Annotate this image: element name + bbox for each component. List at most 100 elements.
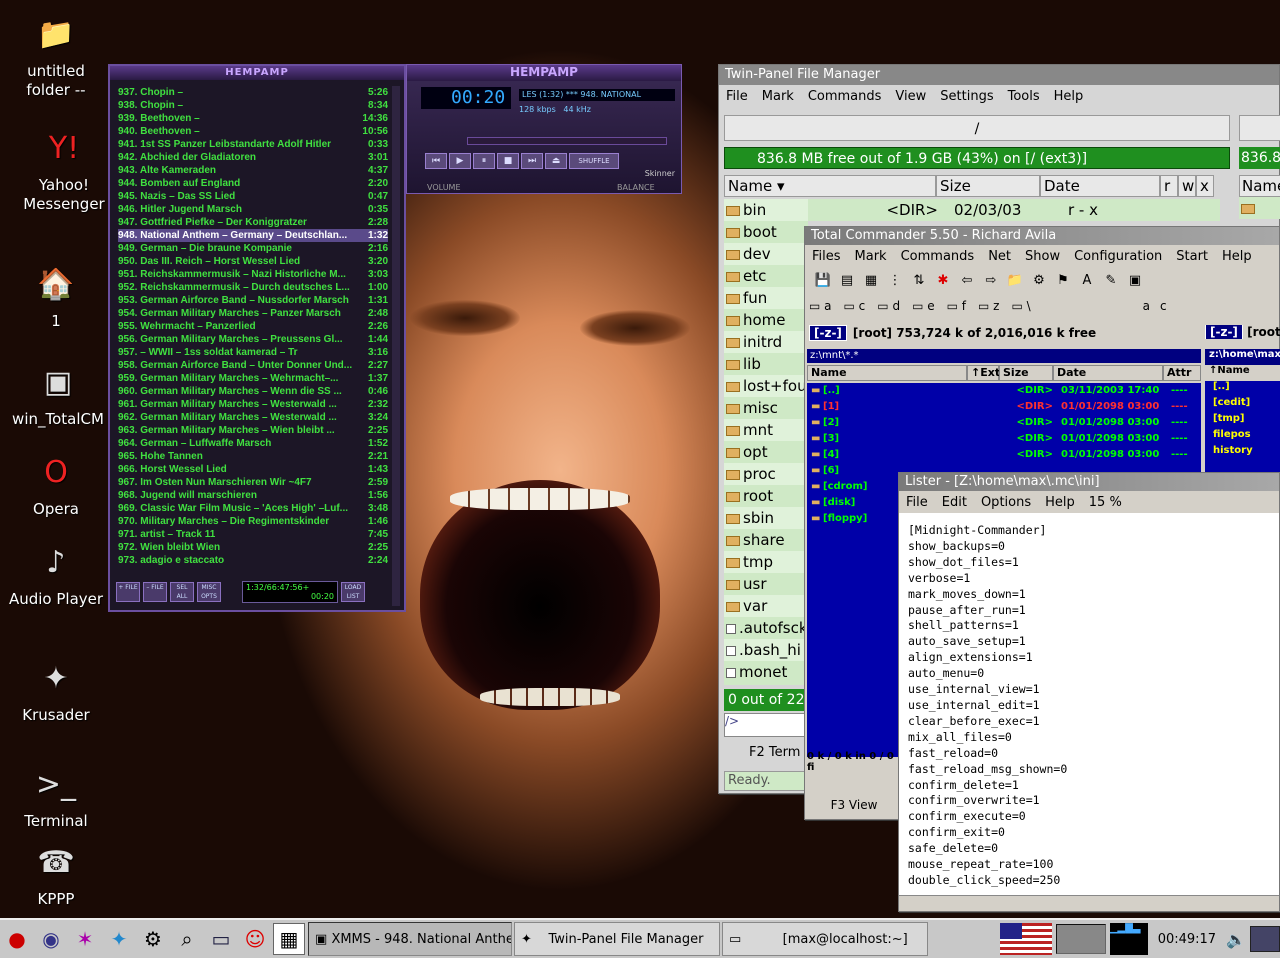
playlist-item[interactable]: 970. Military Marches – Die Regimentskin…: [118, 515, 388, 528]
playlist-item[interactable]: 969. Classic War Film Music – 'Aces High…: [118, 502, 388, 515]
file-row[interactable]: lib: [724, 353, 808, 375]
file-row[interactable]: ▬ [4] <DIR> 01/01/2098 03:00 ----: [807, 447, 1201, 463]
playlist-item[interactable]: 958. German Airforce Band – Unter Donner…: [118, 359, 388, 372]
file-list[interactable]: bin boot dev etc fun home initrd lib lost+found m…: [724, 199, 808, 685]
lister-window[interactable]: Lister - [Z:\home\max\.mc\ini] File Edit O…: [898, 472, 1280, 912]
playlist-item[interactable]: 948. National Anthem – Germany – Deutsch…: [118, 229, 388, 242]
seek-bar[interactable]: [467, 137, 667, 145]
twin-panel-title[interactable]: Twin-Panel File Manager: [719, 65, 1279, 85]
load-list-button[interactable]: LOAD LIST: [341, 582, 365, 602]
drive-button[interactable]: ▭ f: [947, 299, 966, 313]
menu-item[interactable]: Help: [1215, 249, 1259, 264]
xmms-main-window[interactable]: HEMPAMP 00:20 LES (1:32) *** 948. NATION…: [406, 64, 682, 194]
text-icon[interactable]: A: [1077, 271, 1097, 291]
first-row-details[interactable]: <DIR> 02/03/03 23:51 r - x: [808, 199, 1220, 241]
playlist-item[interactable]: 952. Reichskammermusik – Durch deutsches…: [118, 281, 388, 294]
file-row[interactable]: misc: [724, 397, 808, 419]
pause-button[interactable]: ⏸: [473, 153, 495, 169]
task-terminal[interactable]: ▭ [max@localhost:~]: [722, 922, 928, 956]
display-icon[interactable]: [1250, 926, 1280, 952]
playlist-item[interactable]: 945. Nazis – Das SS Lied 0:47: [118, 190, 388, 203]
playlist-item[interactable]: 949. German – Die braune Kompanie 2:16: [118, 242, 388, 255]
attr-column[interactable]: Attr: [1163, 365, 1201, 381]
drive-button[interactable]: ▭ c: [844, 299, 866, 313]
menu-item[interactable]: Options: [974, 495, 1038, 510]
right-path[interactable]: [1239, 115, 1280, 141]
playlist[interactable]: 937. Chopin –5:26 938. Chopin –8:34 939. B…: [118, 86, 388, 567]
select-all-button[interactable]: SEL ALL: [170, 582, 194, 602]
drive-button[interactable]: ▭ \: [1011, 299, 1030, 313]
ftp-icon[interactable]: ⚑: [1053, 271, 1073, 291]
current-path[interactable]: z:\mnt\*.*: [807, 349, 1201, 363]
file-row[interactable]: fun: [724, 287, 808, 309]
playlist-item[interactable]: 942. Abchied der Gladiatoren 3:01: [118, 151, 388, 164]
file-row[interactable]: var: [724, 595, 808, 617]
desktop-icon-2[interactable]: Y! Yahoo! Messenger: [14, 126, 114, 214]
date-column[interactable]: Date: [1040, 175, 1160, 197]
forward-icon[interactable]: ⇨: [981, 271, 1001, 291]
file-row[interactable]: usr: [724, 573, 808, 595]
playlist-item[interactable]: 946. Hitler Jugend Marsch 0:35: [118, 203, 388, 216]
ext-column[interactable]: ↑Ext: [967, 365, 1000, 381]
playlist-item[interactable]: 955. Wehrmacht – Panzerlied 2:26: [118, 320, 388, 333]
xmms-playlist-window[interactable]: HEMPAMP 937. Chopin – 5:26 938. Chopin – 8:…: [108, 64, 406, 612]
exec-column[interactable]: x: [1196, 175, 1214, 197]
file-row[interactable]: share: [724, 529, 808, 551]
star-icon[interactable]: ✱: [933, 271, 953, 291]
drive-button[interactable]: c: [1160, 299, 1167, 313]
right-path[interactable]: z:\home\max\: [1205, 349, 1280, 365]
pack-icon[interactable]: ▤: [837, 271, 857, 291]
path-bar[interactable]: /: [724, 115, 1230, 141]
file-row[interactable]: lost+found: [724, 375, 808, 397]
desktop-icon-6[interactable]: ♪ Audio Player: [6, 540, 106, 609]
file-content[interactable]: [Midnight-Commander] show_backups=0 show_d…: [899, 513, 1279, 893]
menu-item[interactable]: View: [888, 89, 933, 104]
stop-button[interactable]: ■: [497, 153, 519, 169]
menu-item[interactable]: Commands: [894, 249, 982, 264]
file-row[interactable]: [..]: [1209, 381, 1280, 397]
drive-button[interactable]: ▭ a: [809, 299, 832, 313]
tree-icon[interactable]: ⋮: [885, 271, 905, 291]
name-column[interactable]: Name ▾: [724, 175, 936, 197]
command-line[interactable]: />: [724, 713, 808, 737]
playlist-item[interactable]: 937. Chopin – 5:26: [118, 86, 388, 99]
menu-item[interactable]: Commands: [801, 89, 889, 104]
file-row[interactable]: ▬ [1] <DIR> 01/01/2098 03:00 ----: [807, 399, 1201, 415]
grid-icon[interactable]: ▦: [861, 271, 881, 291]
cpu-monitor-icon[interactable]: ▁▂▇▃: [1109, 923, 1148, 955]
menu-item[interactable]: File: [899, 495, 935, 510]
file-row[interactable]: tmp: [724, 551, 808, 573]
read-column[interactable]: r: [1160, 175, 1178, 197]
desktop-icon-4[interactable]: ▣ win_TotalCM: [8, 360, 108, 429]
right-drive-select[interactable]: [-z-]: [1205, 325, 1243, 339]
shuffle-button[interactable]: SHUFFLE: [569, 153, 619, 169]
playlist-item[interactable]: 961. German Military Marches – Westerwal…: [118, 398, 388, 411]
playlist-item[interactable]: 956. German Military Marches – Preussens…: [118, 333, 388, 346]
menu-item[interactable]: Net: [981, 249, 1018, 264]
playlist-item[interactable]: 965. Hohe Tannen 2:21: [118, 450, 388, 463]
playlist-item[interactable]: 943. Alte Kameraden 4:37: [118, 164, 388, 177]
search-icon[interactable]: ⌕: [171, 923, 203, 955]
playlist-item[interactable]: 963. German Military Marches – Wien blei…: [118, 424, 388, 437]
playlist-item[interactable]: 953. German Airforce Band – Nussdorfer M…: [118, 294, 388, 307]
file-row[interactable]: opt: [724, 441, 808, 463]
playlist-item[interactable]: 954. German Military Marches – Panzer Ma…: [118, 307, 388, 320]
name-column[interactable]: Name: [807, 365, 967, 381]
size-column[interactable]: Size: [999, 365, 1053, 381]
pager-icon[interactable]: ▦: [273, 923, 305, 955]
krusader-icon[interactable]: ✦: [103, 923, 135, 955]
menu-item[interactable]: Start: [1169, 249, 1215, 264]
playlist-item[interactable]: 964. German – Luffwaffe Marsch 1:52: [118, 437, 388, 450]
yahoo-icon[interactable]: ☺: [239, 923, 271, 955]
file-row[interactable]: proc: [724, 463, 808, 485]
file-row[interactable]: filepos: [1209, 429, 1280, 445]
web-browser-icon[interactable]: ◉: [35, 923, 67, 955]
playlist-item[interactable]: 939. Beethoven – 14:36: [118, 112, 388, 125]
file-row[interactable]: boot: [724, 221, 808, 243]
file-row[interactable]: .autofsck: [724, 617, 808, 639]
file-row[interactable]: .bash_hi: [724, 639, 808, 661]
back-icon[interactable]: ⇦: [957, 271, 977, 291]
desktop-icon-9[interactable]: ☎ KPPP: [6, 840, 106, 909]
next-button[interactable]: ⏭: [521, 153, 543, 169]
playlist-item[interactable]: 967. Im Osten Nun Marschieren Wir ~4F7 2:…: [118, 476, 388, 489]
